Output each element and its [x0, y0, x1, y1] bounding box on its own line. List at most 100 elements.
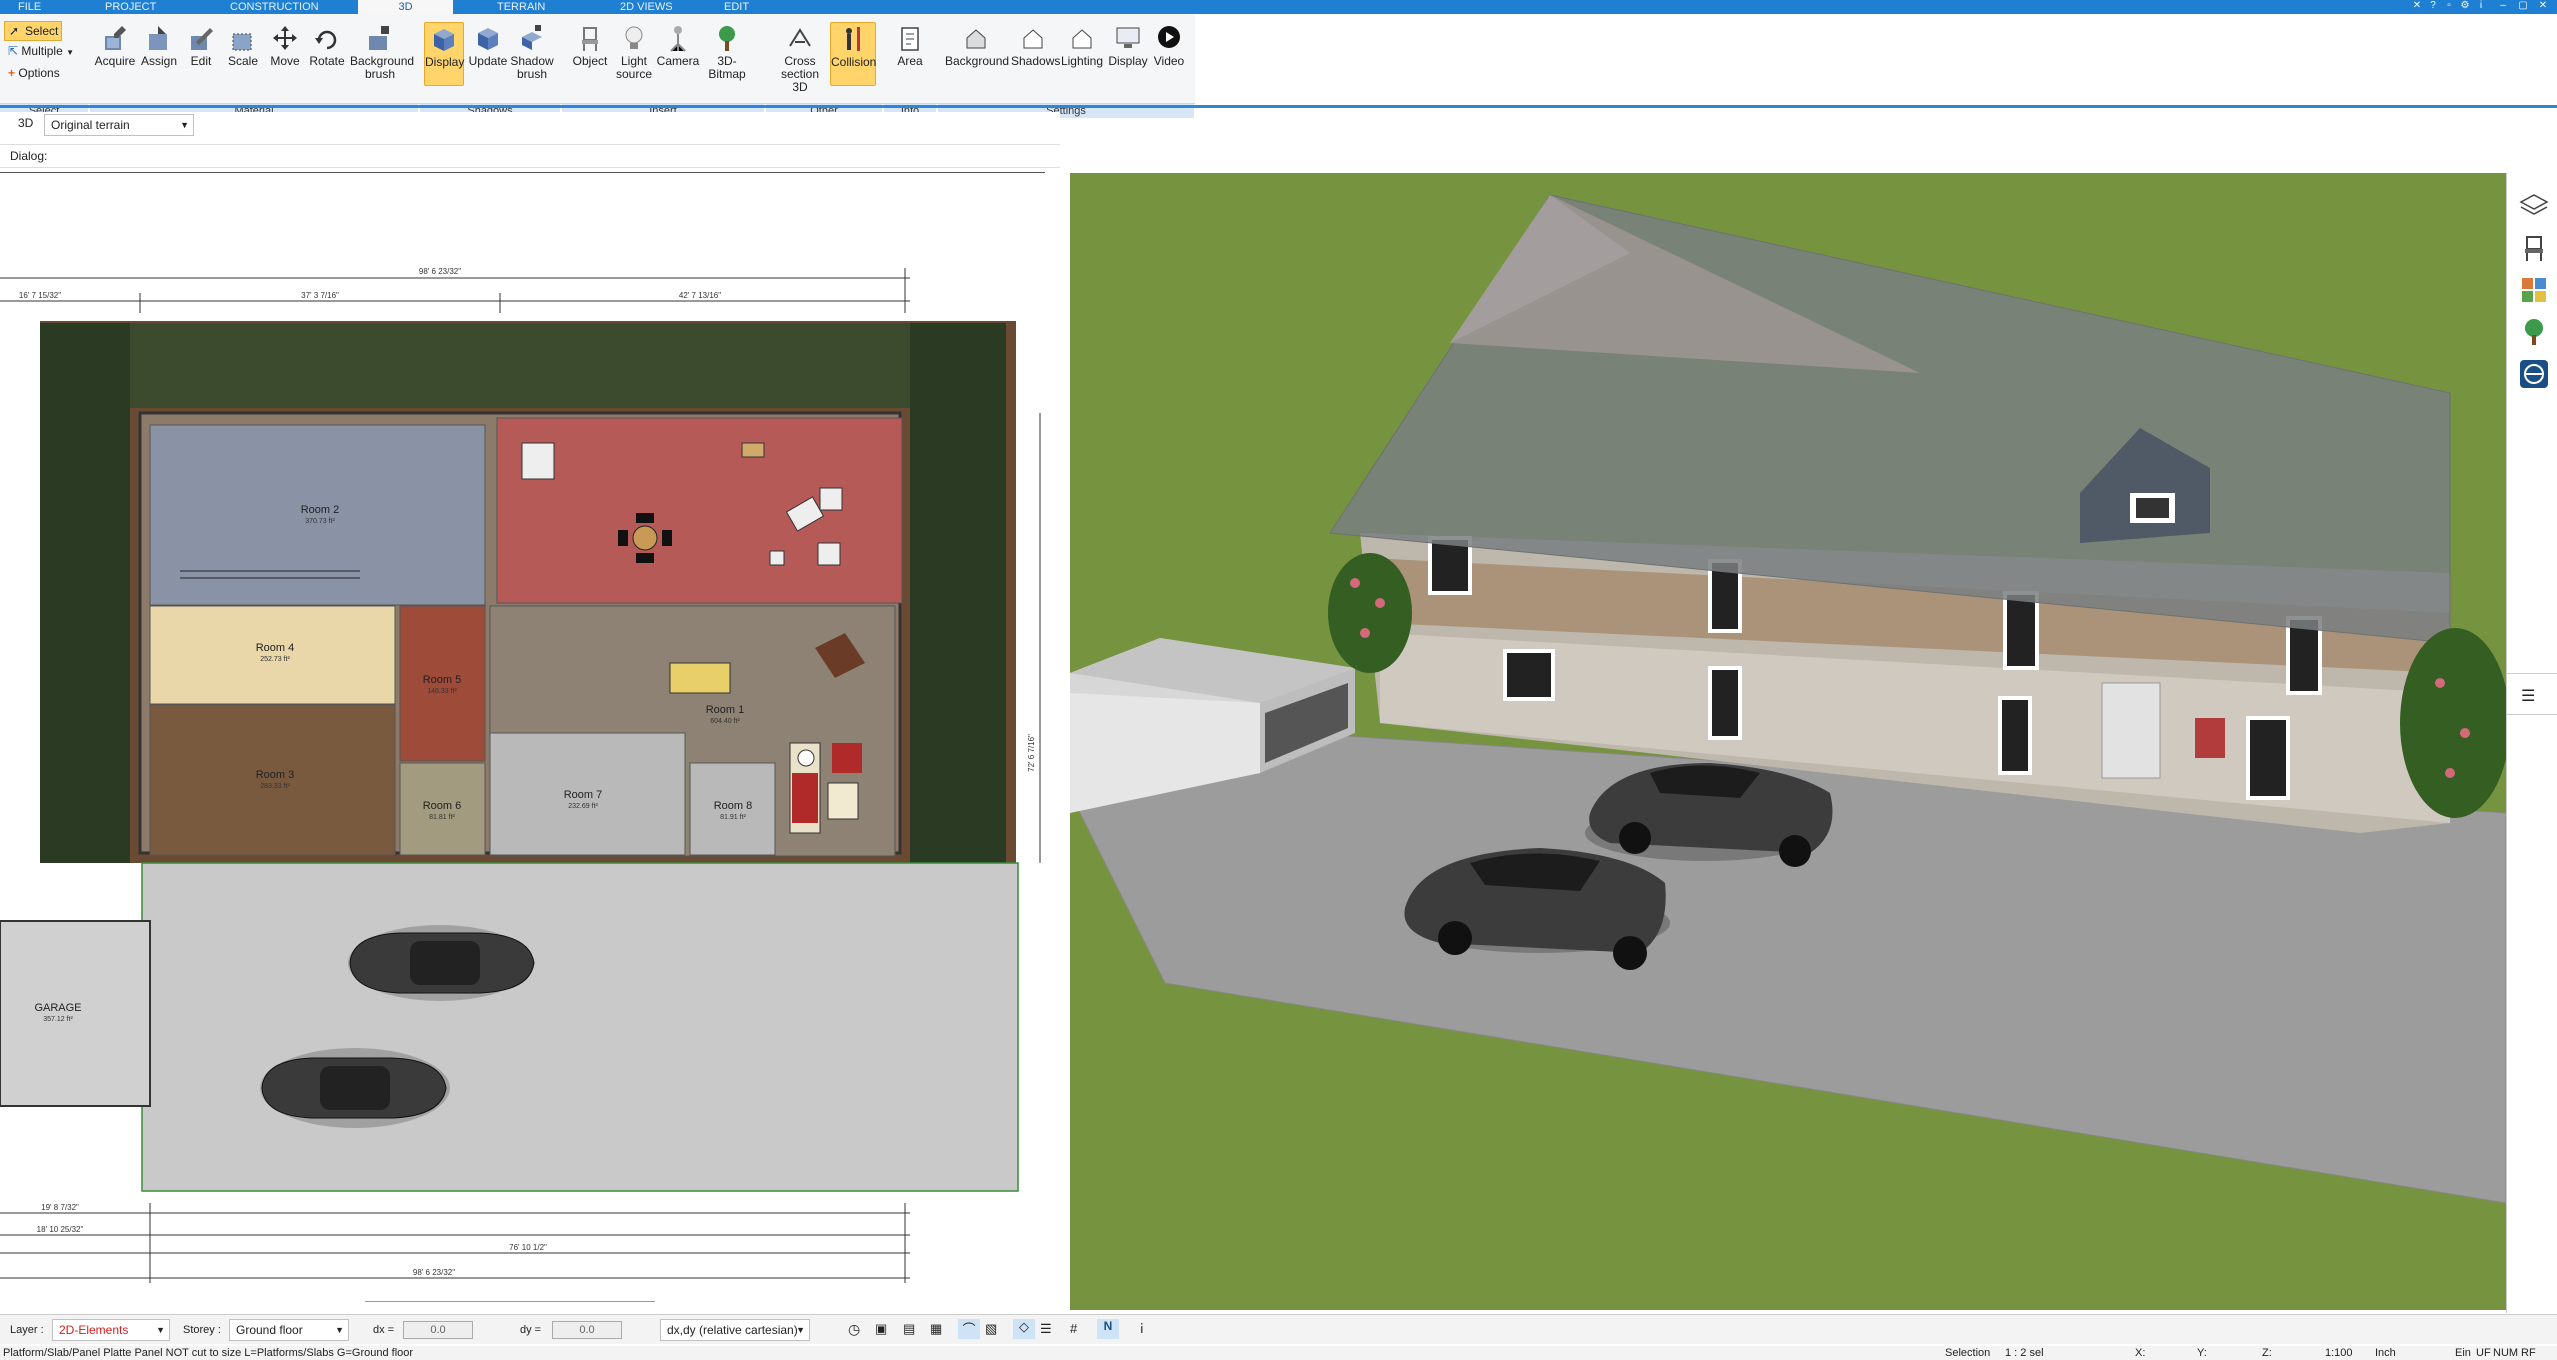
- acquire-label: Acquire: [94, 54, 136, 68]
- edit-icon: [191, 28, 213, 50]
- floor-plan-canvas[interactable]: 98' 6 23/32" 37' 3 7/16" 42' 7 13/16" 16…: [0, 173, 1045, 1302]
- camera-button[interactable]: Camera: [656, 22, 700, 86]
- tab-project[interactable]: PROJECT: [105, 0, 165, 14]
- play-icon: [1158, 26, 1180, 48]
- floor-plan-view[interactable]: 98' 6 23/32" 37' 3 7/16" 42' 7 13/16" 16…: [0, 172, 1045, 1302]
- storey-select[interactable]: Ground floor ▼: [229, 1319, 349, 1341]
- collision-button[interactable]: Collision: [830, 22, 876, 86]
- ribbon-divider: [0, 105, 2557, 108]
- edit-button[interactable]: Edit: [179, 22, 223, 86]
- chair-icon[interactable]: [2519, 233, 2549, 263]
- area-label: Area: [897, 54, 923, 68]
- hatch-icon[interactable]: ▧: [985, 1321, 997, 1337]
- mode-label: 3D: [18, 116, 34, 130]
- 3d-view-canvas[interactable]: [1070, 173, 2506, 1310]
- wall-icon[interactable]: ▤: [903, 1321, 915, 1337]
- layers-icon[interactable]: [2519, 191, 2549, 221]
- tree-icon: [719, 26, 735, 51]
- tab-terrain[interactable]: TERRAIN: [497, 0, 557, 14]
- num-indicator: NUM: [2493, 1347, 2519, 1359]
- area-button[interactable]: Area: [888, 22, 932, 86]
- line-icon[interactable]: ⌒: [958, 1319, 980, 1339]
- y-coord-label: Y:: [2197, 1347, 2207, 1359]
- info-icon[interactable]: i: [2474, 0, 2488, 12]
- update-button[interactable]: Update: [466, 22, 510, 86]
- menu-icon: ☰: [2521, 688, 2536, 705]
- layer-select[interactable]: 2D-Elements ▼: [52, 1319, 170, 1341]
- display-shadows-button[interactable]: Display: [424, 22, 464, 86]
- garage-label: GARAGE: [34, 1002, 81, 1014]
- settings-icon[interactable]: ⚙: [2458, 0, 2472, 12]
- video-button[interactable]: Video: [1148, 22, 1190, 86]
- dx-input[interactable]: 0.0: [403, 1321, 473, 1339]
- select-button[interactable]: ➚ Select: [4, 21, 62, 41]
- rotate-button[interactable]: Rotate: [305, 22, 349, 86]
- background-brush-label: Background brush: [350, 54, 415, 81]
- grid-icon[interactable]: #: [1070, 1321, 1077, 1336]
- shadow-brush-label: Shadow brush: [510, 54, 554, 81]
- close-icon[interactable]: ✕: [2536, 0, 2550, 12]
- garage-area: 357.12 ft²: [43, 1016, 73, 1023]
- tool-icon[interactable]: ✕: [2410, 0, 2424, 12]
- acquire-button[interactable]: Acquire: [93, 22, 137, 86]
- move-button[interactable]: Move: [263, 22, 307, 86]
- 3d-view[interactable]: [1070, 173, 2506, 1310]
- shadow-brush-button[interactable]: Shadow brush: [510, 22, 554, 86]
- help-icon[interactable]: ?: [2426, 0, 2440, 12]
- light-source-button[interactable]: Light source: [612, 22, 656, 86]
- multiple-button[interactable]: ⇱ Multiple ▼: [8, 42, 74, 62]
- coord-mode-value: dx,dy (relative cartesian): [667, 1323, 798, 1337]
- assign-icon: [149, 26, 167, 50]
- plane-icon[interactable]: ◇: [1013, 1319, 1035, 1339]
- terrain-select[interactable]: Original terrain ▼: [44, 114, 194, 136]
- stairs-icon[interactable]: ☰: [1040, 1321, 1052, 1337]
- snap-icon[interactable]: ▣: [875, 1321, 887, 1337]
- chevron-down-icon: ▼: [156, 1325, 165, 1335]
- video-label: Video: [1153, 54, 1185, 68]
- maximize-icon[interactable]: ▢: [2516, 0, 2530, 12]
- car-top-2: [260, 1048, 450, 1128]
- dim-bottom-left: 19' 8 7/32": [41, 1203, 79, 1212]
- clock-icon[interactable]: ◷: [848, 1321, 860, 1338]
- scale-icon: [232, 33, 252, 51]
- assign-label: Assign: [140, 54, 178, 68]
- north-icon[interactable]: N: [1097, 1319, 1119, 1339]
- background-button[interactable]: Background: [945, 22, 1010, 86]
- display-settings-button[interactable]: Display: [1106, 22, 1150, 86]
- cross-section-3d-button[interactable]: Cross section 3D: [772, 22, 828, 94]
- shadows-button[interactable]: Shadows: [1011, 22, 1060, 86]
- object-button[interactable]: Object: [568, 22, 612, 86]
- selection-count: 1 : 2 sel: [2005, 1347, 2044, 1359]
- minimize-icon[interactable]: –: [2496, 0, 2510, 12]
- scale-button[interactable]: Scale: [221, 22, 265, 86]
- move-label: Move: [270, 54, 300, 68]
- coord-mode-select[interactable]: dx,dy (relative cartesian) ▼: [660, 1319, 810, 1341]
- tab-construction[interactable]: CONSTRUCTION: [230, 0, 320, 14]
- tab-file[interactable]: FILE: [18, 0, 48, 14]
- app-window: FILE PROJECT CONSTRUCTION 3D TERRAIN 2D …: [0, 0, 2557, 1360]
- lighting-button[interactable]: Lighting: [1060, 22, 1104, 86]
- dim-right: 72' 6 7/16": [1027, 734, 1036, 772]
- assign-button[interactable]: Assign: [137, 22, 181, 86]
- tree-icon[interactable]: [2519, 317, 2549, 347]
- background-brush-button[interactable]: Background brush: [350, 22, 414, 86]
- 3d-bitmap-button[interactable]: 3D-Bitmap: [700, 22, 754, 86]
- bulb-icon: [625, 26, 643, 49]
- uf-indicator: UF: [2476, 1347, 2491, 1359]
- chevron-down-icon: ▼: [335, 1325, 344, 1335]
- cross-section-icon: [789, 28, 811, 47]
- background-label: Background: [945, 54, 1010, 68]
- scale-value: 1:100: [2325, 1347, 2353, 1359]
- dy-input[interactable]: 0.0: [552, 1321, 622, 1339]
- info-icon[interactable]: ⅰ: [1140, 1321, 1144, 1337]
- panel-toggle[interactable]: ☰: [2507, 673, 2557, 715]
- materials-icon[interactable]: [2519, 275, 2549, 305]
- tab-2d-views[interactable]: 2D VIEWS: [620, 0, 690, 14]
- connection-icon[interactable]: [2519, 359, 2549, 389]
- window-icon[interactable]: ▫: [2442, 0, 2456, 12]
- tab-edit[interactable]: EDIT: [724, 0, 764, 14]
- options-button[interactable]: + Options: [8, 64, 60, 82]
- room-1-label: Room 1: [706, 704, 745, 716]
- object-snap-icon[interactable]: ▦: [930, 1321, 942, 1337]
- cube-icon: [434, 29, 454, 51]
